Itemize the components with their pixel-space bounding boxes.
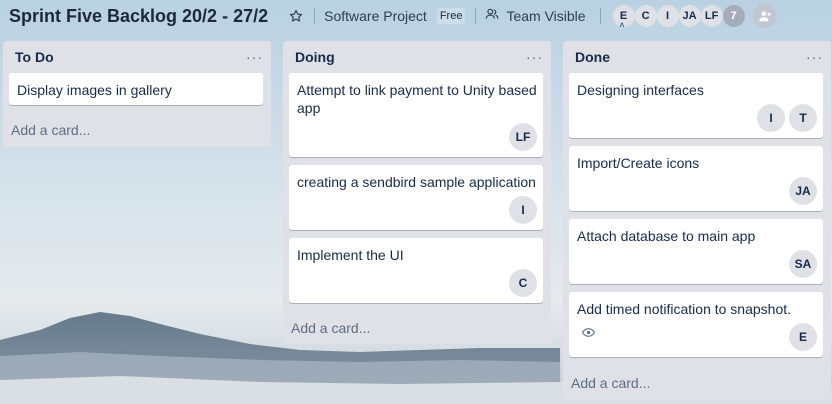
card-title: Add timed notification to snapshot. bbox=[577, 301, 792, 317]
list-title[interactable]: Doing bbox=[295, 49, 335, 65]
card[interactable]: Add timed notification to snapshot. E bbox=[569, 292, 823, 357]
list-menu-icon[interactable]: ··· bbox=[806, 50, 823, 64]
list-header[interactable]: To Do ··· bbox=[3, 41, 271, 73]
member-avatar[interactable]: JA bbox=[789, 177, 817, 205]
star-icon[interactable] bbox=[288, 8, 304, 24]
add-card-button[interactable]: Add a card... bbox=[291, 320, 370, 336]
card[interactable]: Attempt to link payment to Unity based a… bbox=[289, 73, 543, 157]
member-avatar[interactable]: LF bbox=[509, 123, 537, 151]
add-card-button[interactable]: Add a card... bbox=[11, 122, 90, 138]
card-members: C bbox=[509, 269, 537, 297]
card-title: Attempt to link payment to Unity based a… bbox=[297, 82, 537, 116]
card-title: Display images in gallery bbox=[17, 82, 172, 98]
header-divider bbox=[599, 8, 601, 24]
member-avatar[interactable]: JA bbox=[678, 5, 701, 27]
add-member-icon[interactable] bbox=[752, 4, 777, 28]
member-avatar[interactable]: C bbox=[634, 5, 657, 27]
org-name[interactable]: Software Project bbox=[324, 8, 427, 24]
card-members: SA bbox=[789, 250, 817, 278]
member-avatar[interactable]: SA bbox=[789, 250, 817, 278]
member-avatar[interactable]: E bbox=[789, 323, 817, 351]
card-members: JA bbox=[789, 177, 817, 205]
member-avatar[interactable]: I bbox=[757, 104, 785, 132]
visibility-button[interactable]: Team Visible bbox=[485, 7, 586, 25]
header-divider bbox=[475, 8, 477, 24]
add-card-button[interactable]: Add a card... bbox=[571, 375, 650, 391]
header-divider bbox=[314, 8, 316, 24]
list-header[interactable]: Doing ··· bbox=[283, 41, 551, 73]
card-title: Import/Create icons bbox=[577, 155, 700, 171]
card-members: I T bbox=[757, 104, 817, 132]
admin-chevron-icon: ˄ bbox=[619, 21, 625, 30]
list-doing: Doing ··· Attempt to link payment to Uni… bbox=[283, 41, 551, 344]
member-avatar[interactable]: E ˄ bbox=[612, 5, 635, 30]
eye-icon bbox=[581, 324, 596, 342]
member-avatar[interactable]: T bbox=[789, 104, 817, 132]
list-done: Done ··· Designing interfaces I T Import… bbox=[563, 41, 831, 399]
card-members: LF bbox=[509, 123, 537, 151]
board-members: E ˄ C I JA LF 7 bbox=[612, 4, 777, 30]
card-members: E bbox=[789, 323, 817, 351]
card[interactable]: Display images in gallery bbox=[9, 73, 263, 105]
list-title[interactable]: To Do bbox=[15, 49, 54, 65]
member-avatar[interactable]: I bbox=[509, 196, 537, 224]
visibility-label: Team Visible bbox=[506, 8, 586, 24]
board-header: Sprint Five Backlog 20/2 - 27/2 Software… bbox=[0, 0, 832, 32]
plan-badge: Free bbox=[436, 8, 466, 24]
card-title: Attach database to main app bbox=[577, 228, 756, 244]
member-avatar[interactable]: I bbox=[656, 5, 679, 27]
card[interactable]: Implement the UI C bbox=[289, 238, 543, 303]
card[interactable]: Import/Create icons JA bbox=[569, 146, 823, 211]
list-header[interactable]: Done ··· bbox=[563, 41, 831, 73]
card-members: I bbox=[509, 196, 537, 224]
card-title: creating a sendbird sample application bbox=[297, 174, 536, 190]
list-menu-icon[interactable]: ··· bbox=[246, 50, 263, 64]
more-members-count[interactable]: 7 bbox=[722, 5, 745, 27]
card-title: Designing interfaces bbox=[577, 82, 704, 98]
card[interactable]: Designing interfaces I T bbox=[569, 73, 823, 138]
team-icon bbox=[485, 7, 499, 25]
list-title[interactable]: Done bbox=[575, 49, 610, 65]
member-avatar[interactable]: C bbox=[509, 269, 537, 297]
member-avatar[interactable]: LF bbox=[700, 5, 723, 27]
list-menu-icon[interactable]: ··· bbox=[526, 50, 543, 64]
board-title[interactable]: Sprint Five Backlog 20/2 - 27/2 bbox=[9, 6, 268, 27]
card[interactable]: Attach database to main app SA bbox=[569, 219, 823, 284]
card[interactable]: creating a sendbird sample application I bbox=[289, 165, 543, 230]
card-title: Implement the UI bbox=[297, 247, 404, 263]
list-todo: To Do ··· Display images in gallery Add … bbox=[3, 41, 271, 147]
